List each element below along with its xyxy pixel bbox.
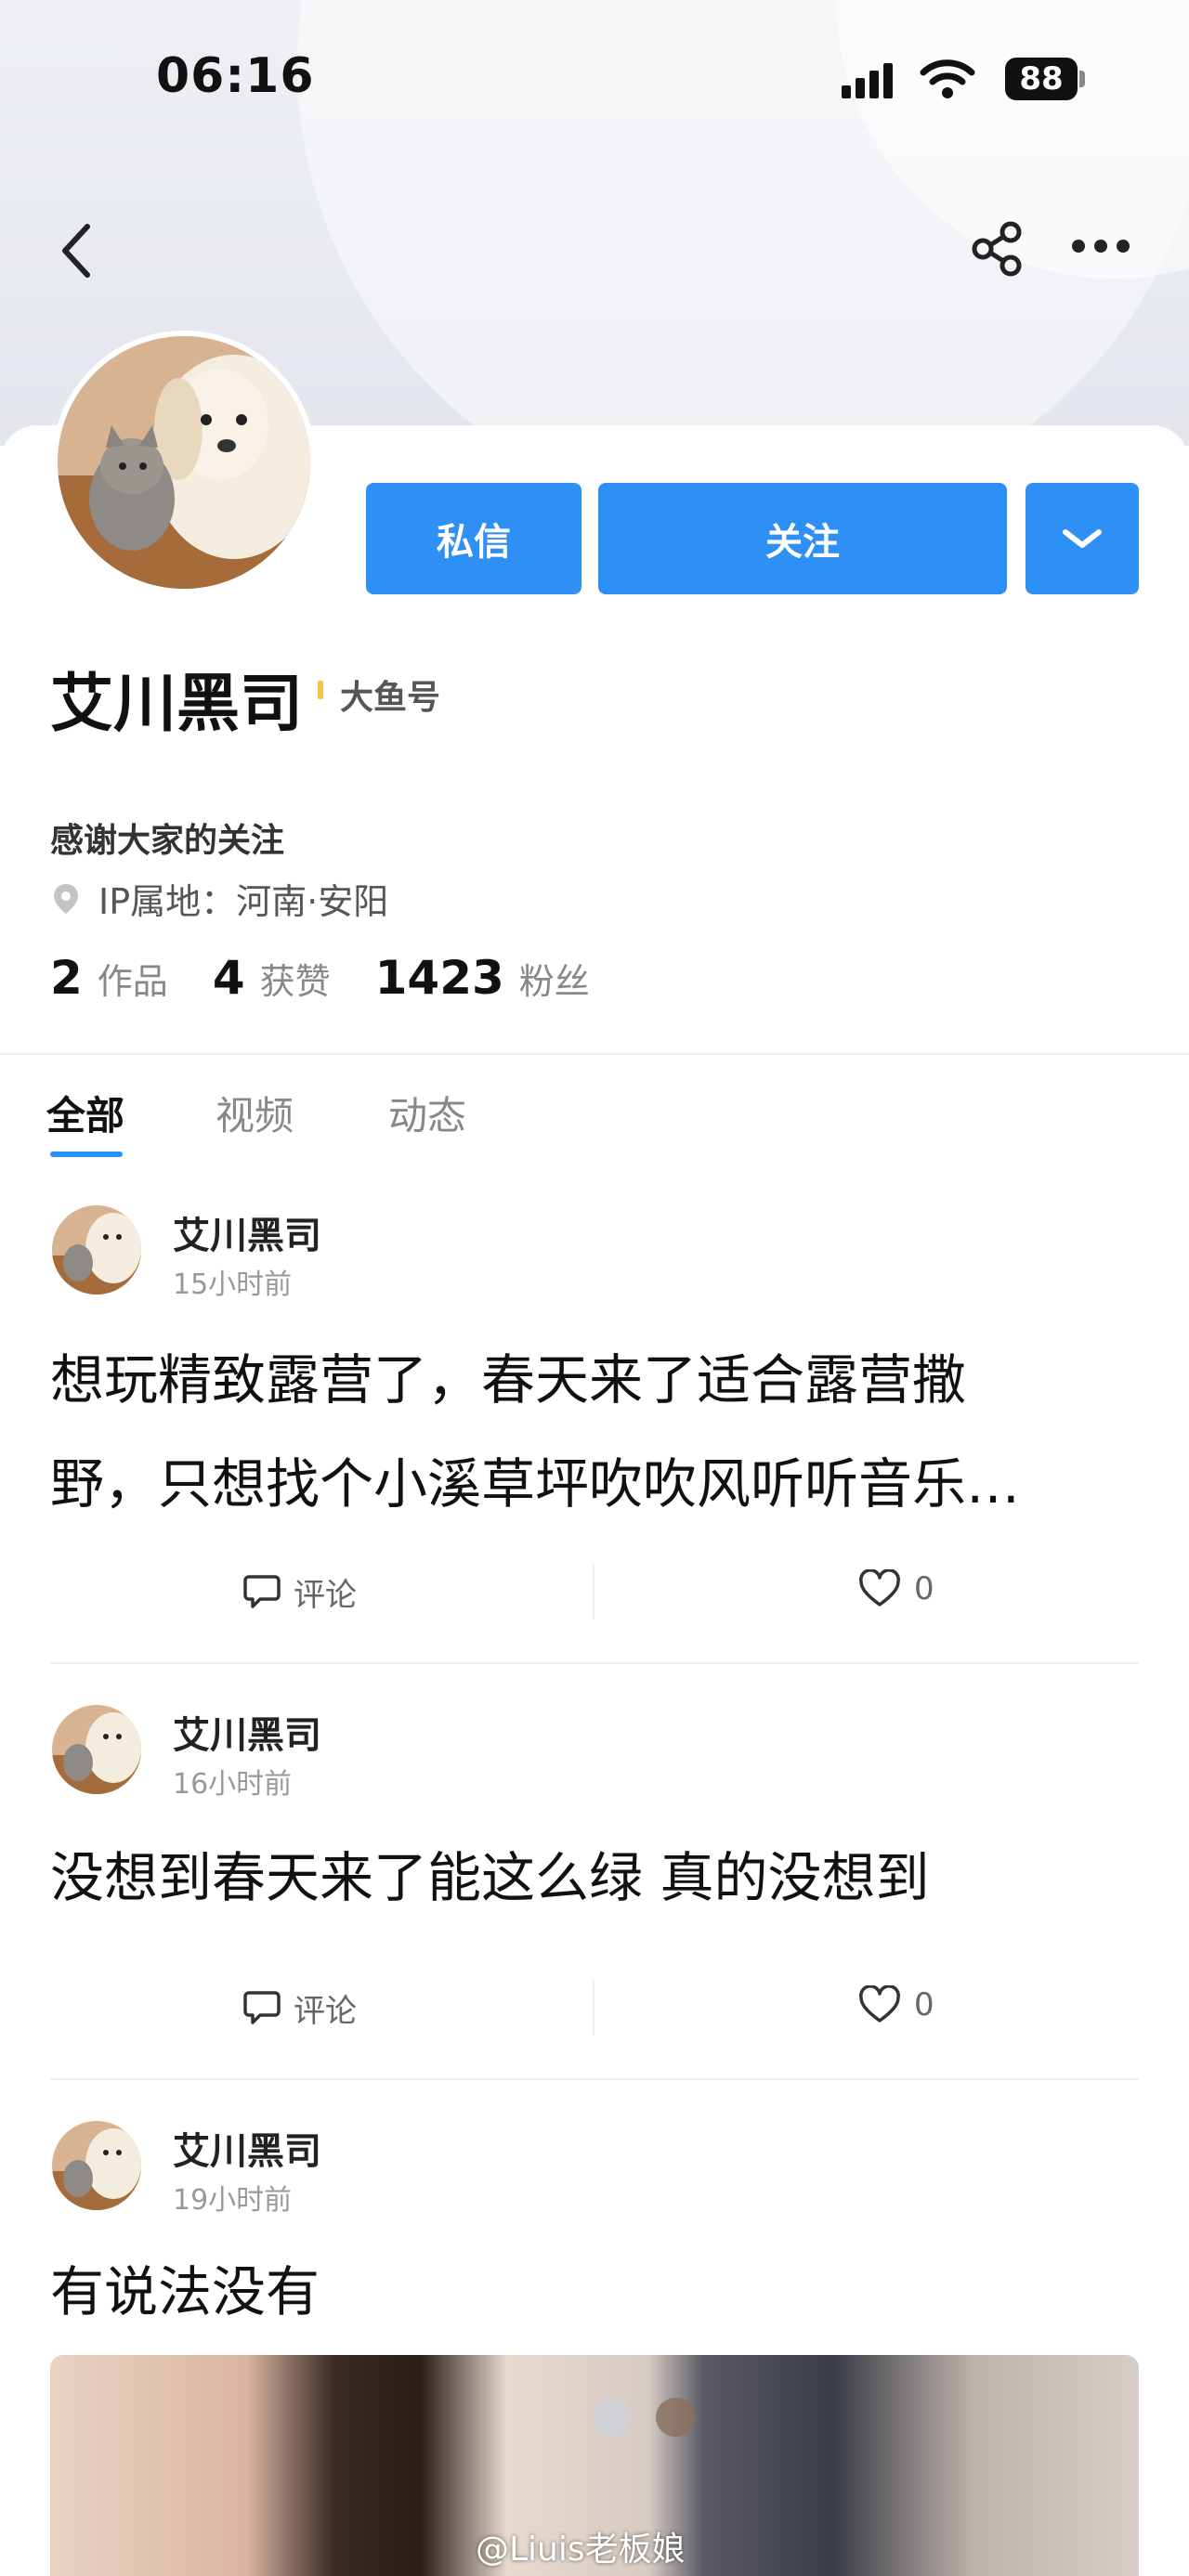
- location-pin-icon: [54, 884, 78, 914]
- wifi-icon: [920, 59, 975, 98]
- account-badge: 大鱼号: [340, 679, 441, 717]
- comment-icon: [243, 1990, 281, 2024]
- watermark: @Liuis老板娘: [476, 2530, 686, 2569]
- more-actions-button[interactable]: [1026, 483, 1139, 594]
- post-text-line[interactable]: 有说法没有: [50, 2240, 1137, 2344]
- profile-name: 艾川黑司: [50, 668, 304, 741]
- like-button[interactable]: 0: [858, 1985, 934, 2024]
- back-arrow-icon[interactable]: [56, 221, 97, 280]
- section-divider: [0, 1053, 1189, 1055]
- tab-video[interactable]: 视频: [216, 1085, 294, 1141]
- cellular-signal-icon: [842, 63, 894, 98]
- status-time: 06:16: [156, 48, 315, 104]
- battery-icon: 88: [1005, 58, 1078, 100]
- like-count: 0: [914, 1986, 934, 2023]
- comment-icon: [243, 1574, 281, 1608]
- action-separator: [593, 1564, 594, 1620]
- post-timestamp: 15小时前: [173, 1268, 293, 1301]
- comment-button[interactable]: 评论: [243, 1569, 357, 1615]
- chevron-down-icon: [1063, 529, 1102, 548]
- active-tab-indicator: [50, 1151, 123, 1157]
- heart-icon: [859, 1985, 900, 2023]
- camera-lens: [593, 2398, 632, 2437]
- like-button[interactable]: 0: [858, 1569, 934, 1608]
- likes-label: 获赞: [259, 961, 331, 1002]
- avatar-image: [52, 2121, 141, 2210]
- post-timestamp: 19小时前: [173, 2184, 293, 2217]
- profile-bio: 感谢大家的关注: [50, 822, 285, 860]
- share-icon[interactable]: [972, 221, 1024, 277]
- avatar-image: [58, 336, 310, 589]
- post-author-avatar[interactable]: [52, 1205, 141, 1295]
- battery-tip: [1079, 71, 1085, 87]
- badge-marker: [318, 681, 323, 699]
- post-author-name[interactable]: 艾川黑司: [173, 1205, 321, 1259]
- tab-all[interactable]: 全部: [46, 1085, 124, 1141]
- follow-button[interactable]: 关注: [598, 483, 1007, 594]
- works-count: 2: [50, 951, 83, 1005]
- post-author-name[interactable]: 艾川黑司: [173, 2121, 321, 2175]
- profile-stats: 2 作品 4 获赞 1423 粉丝: [50, 951, 634, 1005]
- post-timestamp: 16小时前: [173, 1768, 293, 1801]
- post-divider: [50, 2078, 1139, 2080]
- profile-avatar[interactable]: [52, 331, 316, 594]
- works-label: 作品: [97, 961, 168, 1002]
- comment-label: 评论: [294, 1577, 357, 1614]
- comment-label: 评论: [294, 1993, 357, 2030]
- followers-count[interactable]: 1423: [375, 951, 504, 1005]
- heart-icon: [859, 1569, 900, 1607]
- post-author-name[interactable]: 艾川黑司: [173, 1705, 321, 1759]
- more-options-icon[interactable]: [1072, 240, 1130, 258]
- avatar-image: [52, 1705, 141, 1794]
- post-text-line[interactable]: 想玩精致露营了，春天来了适合露营撒: [50, 1328, 1137, 1432]
- post-divider: [50, 1662, 1139, 1664]
- followers-label[interactable]: 粉丝: [519, 953, 590, 1004]
- avatar-image: [52, 1205, 141, 1295]
- action-separator: [593, 1980, 594, 2036]
- like-count: 0: [914, 1570, 934, 1607]
- post-author-avatar[interactable]: [52, 1705, 141, 1794]
- post-text-line[interactable]: 没想到春天来了能这么绿 真的没想到: [50, 1826, 1137, 1930]
- post-text-line[interactable]: 野，只想找个小溪草坪吹吹风听听音乐…: [50, 1432, 1137, 1536]
- likes-count: 4: [212, 951, 245, 1005]
- comment-button[interactable]: 评论: [243, 1985, 357, 2031]
- private-message-button[interactable]: 私信: [366, 483, 581, 594]
- ip-location: IP属地：河南·安阳: [98, 881, 389, 922]
- tab-moments[interactable]: 动态: [388, 1085, 466, 1141]
- post-author-avatar[interactable]: [52, 2121, 141, 2210]
- camera-lens: [656, 2398, 695, 2437]
